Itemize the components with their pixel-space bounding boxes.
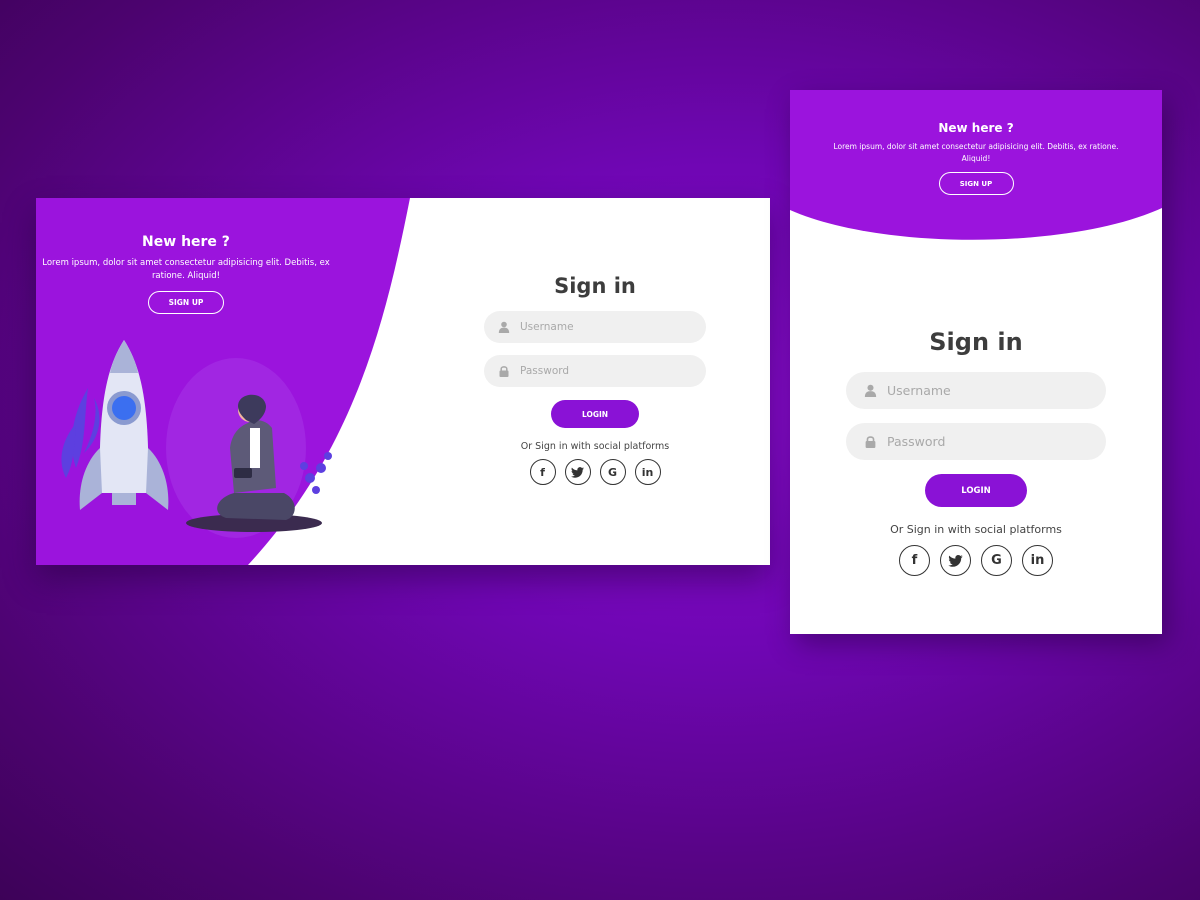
password-input[interactable] [520,365,690,377]
panel-title: New here ? [142,234,230,250]
login-button[interactable]: LOGIN [925,474,1027,507]
signin-title: Sign in [554,274,636,298]
signup-button[interactable]: SIGN UP [148,291,224,314]
social-icons: f G in [846,545,1106,576]
mobile-welcome-panel: New here ? Lorem ipsum, dolor sit amet c… [790,121,1162,195]
signup-button[interactable]: SIGN UP [938,172,1014,195]
user-icon [864,384,877,397]
password-field[interactable] [484,355,706,387]
rocket-illustration [61,340,332,538]
desktop-login-card: New here ? Lorem ipsum, dolor sit amet c… [36,198,770,565]
lock-icon [865,436,876,448]
desktop-signin-form: Sign in LOGIN Or Sign in with social pla… [484,274,706,485]
login-button[interactable]: LOGIN [551,400,639,428]
password-input[interactable] [887,434,1087,449]
facebook-icon[interactable]: f [899,545,930,576]
social-signin-text: Or Sign in with social platforms [890,523,1062,536]
social-icons: f G in [484,459,706,485]
panel-title: New here ? [938,121,1014,135]
google-icon[interactable]: G [599,459,626,485]
lock-icon [499,366,509,377]
username-field[interactable] [846,372,1106,409]
google-icon[interactable]: G [981,545,1012,576]
password-field[interactable] [846,423,1106,460]
linkedin-icon[interactable]: in [634,459,661,485]
twitter-bird-glyph [948,554,963,567]
social-signin-text: Or Sign in with social platforms [520,441,670,452]
twitter-icon[interactable] [564,459,591,485]
twitter-icon[interactable] [940,545,971,576]
user-icon [498,321,510,333]
linkedin-icon[interactable]: in [1022,545,1053,576]
mobile-login-card: New here ? Lorem ipsum, dolor sit amet c… [790,90,1162,634]
signin-title: Sign in [929,328,1023,356]
panel-description: Lorem ipsum, dolor sit amet consectetur … [833,142,1119,163]
facebook-icon[interactable]: f [529,459,556,485]
mobile-signin-form: Sign in LOGIN Or Sign in with social pla… [846,328,1106,576]
username-input[interactable] [887,383,1087,398]
panel-description: Lorem ipsum, dolor sit amet consectetur … [42,258,330,281]
desktop-welcome-panel: New here ? Lorem ipsum, dolor sit amet c… [36,234,336,314]
twitter-bird-glyph [571,466,584,478]
username-field[interactable] [484,311,706,343]
username-input[interactable] [520,321,690,333]
